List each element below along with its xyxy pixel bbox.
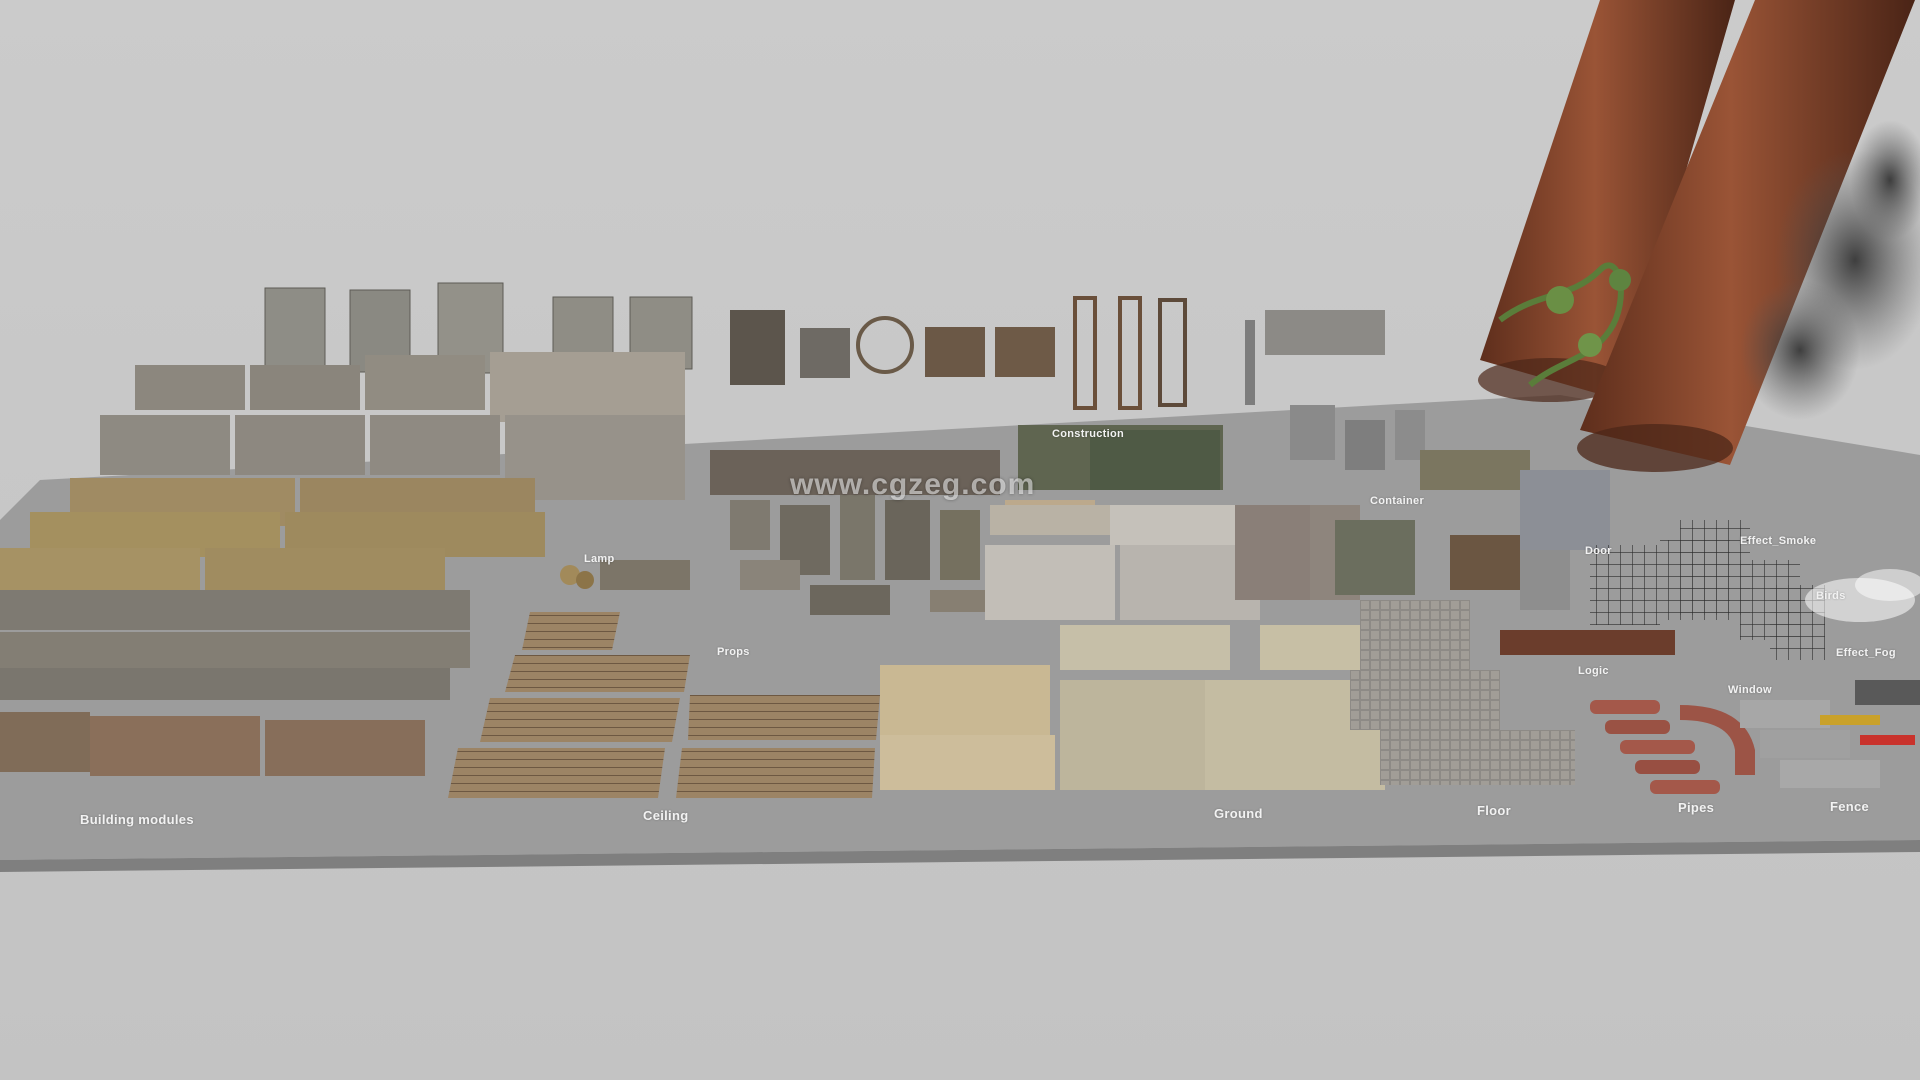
- watermark-text: www.cgzeg.com: [790, 468, 1036, 501]
- level-overview-scene: [0, 0, 1920, 1080]
